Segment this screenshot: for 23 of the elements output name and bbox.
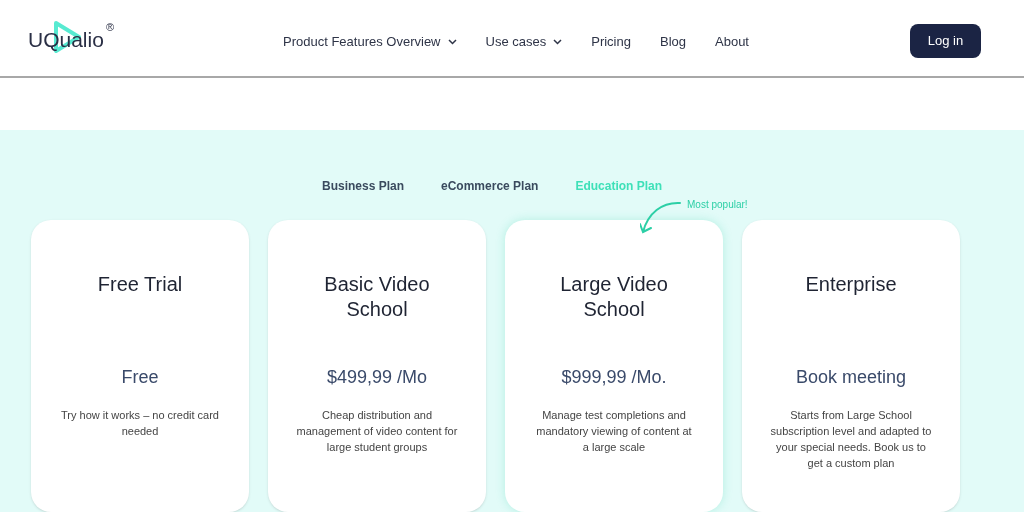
nav-link[interactable]: Blog	[659, 32, 686, 52]
plan-description: Manage test completions and mandatory viewing of content at a large scale	[535, 408, 693, 455]
nav-link[interactable]: About	[715, 32, 749, 52]
login-button[interactable]: Log in	[910, 24, 981, 58]
nav-link[interactable]: Use cases	[485, 32, 563, 52]
plan-description: Cheap distribution and management of video content for large student groups	[295, 408, 459, 455]
curved-arrow-icon	[640, 199, 682, 235]
registered-mark: ®	[105, 22, 114, 33]
nav-link[interactable]: Product Features Overview	[283, 32, 457, 52]
plan-price: $499,99 /Mo	[326, 366, 428, 389]
plan-title: Enterprise	[804, 272, 898, 297]
plan-tab[interactable]: eCommerce Plan	[441, 177, 539, 195]
nav-link[interactable]: Pricing	[591, 32, 631, 52]
plan-tab[interactable]: Business Plan	[322, 177, 405, 195]
plan-title: Large Video School	[559, 272, 669, 322]
plan-price: $999,99 /Mo.	[561, 366, 667, 389]
plan-price: Book meeting	[795, 366, 907, 389]
popular-note: Most popular!	[687, 198, 748, 212]
plan-description: Try how it works – no credit card needed	[60, 408, 220, 439]
plan-price: Free	[121, 366, 159, 389]
plan-title: Basic Video School	[323, 272, 431, 322]
plan-title: Free Trial	[96, 272, 184, 297]
plan-description: Starts from Large School subscription level and adapted to your special needs. Book us to get a custom plan	[769, 408, 933, 471]
